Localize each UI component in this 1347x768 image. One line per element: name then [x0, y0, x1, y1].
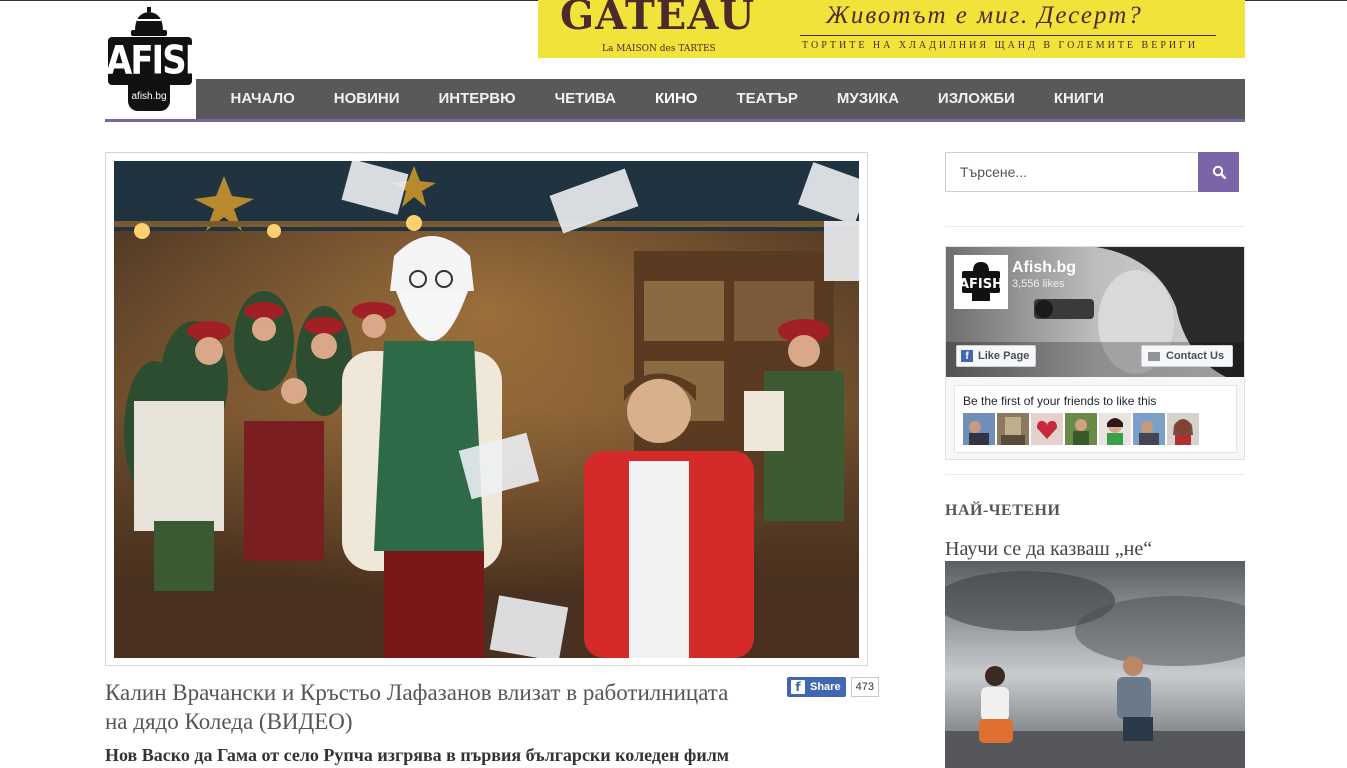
facebook-page-name[interactable]: Afish.bg [1012, 259, 1076, 277]
contact-us-button[interactable]: Contact Us [1141, 345, 1234, 367]
nav-item-theatre[interactable]: ТЕАТЪР [717, 79, 817, 119]
like-page-button[interactable]: f Like Page [956, 345, 1037, 367]
share-label: Share [810, 681, 841, 693]
search-button[interactable] [1198, 152, 1239, 192]
facebook-icon: f [961, 350, 973, 362]
most-read-article-title[interactable]: Научи се да казваш „не“ [945, 538, 1152, 561]
most-read-heading: НАЙ-ЧЕТЕНИ [945, 502, 1061, 519]
search-icon [1212, 165, 1226, 179]
article-title[interactable]: Калин Врачански и Кръстьо Лафазанов влиз… [105, 678, 745, 736]
banner-ad[interactable]: GATEAU La MAISON des TARTES Животът е ми… [538, 0, 1245, 58]
nav-item-news[interactable]: НОВИНИ [314, 79, 419, 119]
contact-us-label: Contact Us [1166, 350, 1225, 362]
friends-like-text: Be the first of your friends to like thi… [963, 394, 1157, 408]
avatar-logo-text: AFISH [959, 277, 1003, 292]
nav-item-music[interactable]: МУЗИКА [817, 79, 918, 119]
like-page-label: Like Page [978, 350, 1030, 362]
facebook-share: f Share 473 [787, 677, 879, 697]
nav-item-reads[interactable]: ЧЕТИВА [535, 79, 635, 119]
afish-logo-icon: AFISH [956, 257, 1006, 307]
nav-item-cinema[interactable]: КИНО [636, 79, 717, 119]
friend-avatar[interactable] [1099, 413, 1131, 445]
kiosk-dome-icon [131, 7, 167, 36]
facebook-page-widget: AFISH Afish.bg 3,556 likes f Like Page C… [945, 246, 1245, 460]
mail-icon [1148, 351, 1160, 361]
share-button[interactable]: f Share [787, 677, 846, 697]
most-read-article-image[interactable] [945, 561, 1245, 768]
santa-workshop-photo [114, 161, 859, 658]
friends-avatars [963, 413, 1199, 445]
nav-item-exhibitions[interactable]: ИЗЛОЖБИ [918, 79, 1034, 119]
facebook-friends-box: Be the first of your friends to like thi… [954, 385, 1237, 453]
article-subtitle: Нов Васко да Гама от село Рупча изгрява … [105, 745, 730, 765]
banner-brand: GATEAU [560, 0, 756, 39]
nav-item-interview[interactable]: ИНТЕРВЮ [419, 79, 535, 119]
banner-divider [800, 35, 1216, 36]
friend-avatar[interactable] [1133, 413, 1165, 445]
share-count: 473 [850, 677, 879, 697]
banner-tagline: ТОРТИТЕ НА ХЛАДИЛНИЯ ЩАНД В ГОЛЕМИТЕ ВЕР… [802, 40, 1199, 51]
facebook-likes-count: 3,556 likes [1012, 278, 1065, 290]
logo-text: AFISH [106, 38, 213, 84]
search-input[interactable]: Търсене... [945, 152, 1199, 192]
banner-brand-subtitle: La MAISON des TARTES [602, 44, 716, 54]
friend-avatar[interactable] [1031, 413, 1063, 445]
banner-slogan: Животът е миг. Десерт? [826, 2, 1143, 29]
nav-item-books[interactable]: КНИГИ [1034, 79, 1123, 119]
main-nav: НАЧАЛО НОВИНИ ИНТЕРВЮ ЧЕТИВА КИНО ТЕАТЪР… [196, 79, 1245, 119]
logo-url: afish.bg [131, 91, 167, 102]
sidebar-divider [945, 226, 1245, 227]
friend-avatar[interactable] [963, 413, 995, 445]
friend-avatar[interactable] [997, 413, 1029, 445]
nav-accent-underline [105, 119, 1245, 122]
nav-item-home[interactable]: НАЧАЛО [211, 79, 314, 119]
friend-avatar[interactable] [1065, 413, 1097, 445]
facebook-icon: f [791, 680, 805, 694]
article-hero-image[interactable] [105, 152, 868, 666]
site-logo[interactable]: AFISH afish.bg [106, 7, 213, 119]
friend-avatar[interactable] [1167, 413, 1199, 445]
sidebar-divider [945, 474, 1245, 475]
facebook-page-avatar[interactable]: AFISH [954, 255, 1008, 309]
